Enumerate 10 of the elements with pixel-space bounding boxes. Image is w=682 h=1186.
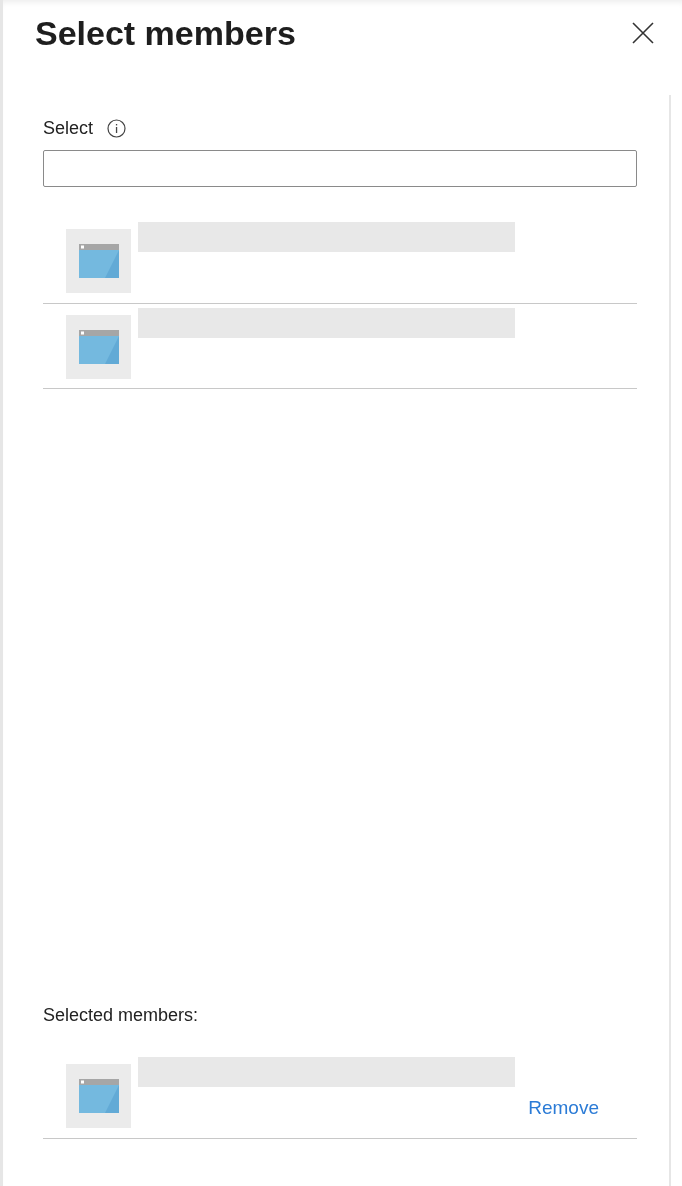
select-label: Select	[43, 117, 94, 140]
search-field[interactable]	[43, 150, 637, 187]
info-icon[interactable]	[107, 119, 127, 138]
window-icon	[78, 330, 119, 364]
remove-link[interactable]: Remove	[528, 1094, 599, 1123]
window-icon	[78, 244, 119, 278]
close-icon[interactable]	[632, 22, 654, 44]
window-icon	[78, 1079, 119, 1113]
selected-members-label: Selected members:	[43, 1004, 200, 1027]
dialog-title: Select members	[35, 13, 296, 54]
